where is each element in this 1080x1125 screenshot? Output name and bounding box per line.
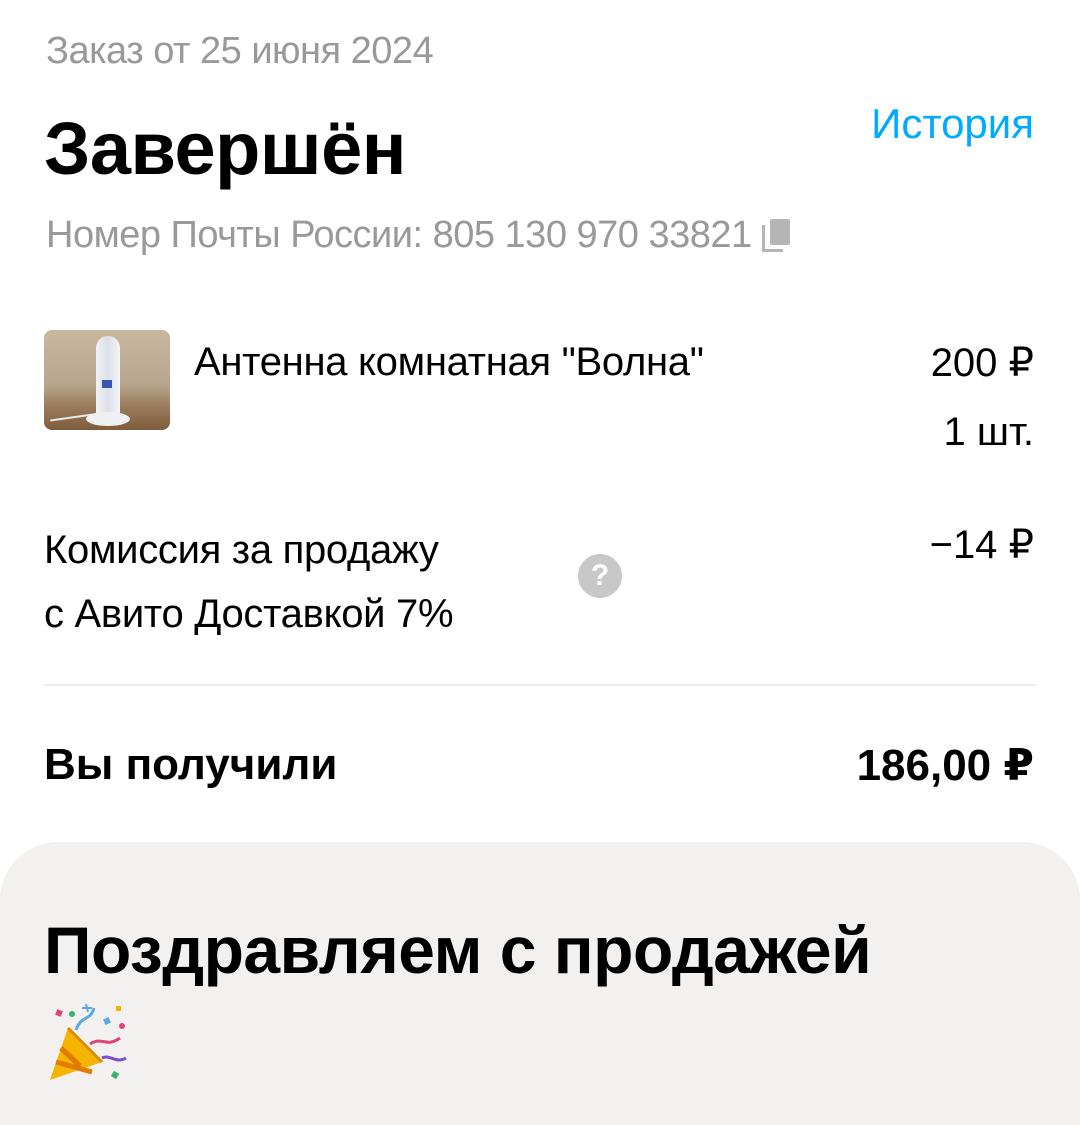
party-popper-icon <box>50 1003 127 1080</box>
commission-amount: −14 ₽ <box>929 523 1034 567</box>
product-quantity: 1 шт. <box>943 410 1034 454</box>
help-icon[interactable]: ? <box>578 554 622 598</box>
order-status-title: Завершён <box>44 107 406 190</box>
total-received-amount: 186,00 ₽ <box>856 741 1034 790</box>
commission-label-line2: с Авито Доставкой 7% <box>44 592 454 636</box>
order-details-page: Заказ от 25 июня 2024 Завершён История Н… <box>0 0 1080 1125</box>
copy-icon[interactable] <box>761 218 792 253</box>
product-price: 200 ₽ <box>930 341 1034 385</box>
history-link[interactable]: История <box>871 100 1034 148</box>
tracking-number-text: Номер Почты России: 805 130 970 33821 <box>46 214 752 256</box>
congrats-title: Поздравляем с продажей <box>44 913 872 987</box>
total-received-label: Вы получили <box>44 740 338 789</box>
product-thumbnail[interactable] <box>44 330 170 430</box>
divider <box>44 684 1036 686</box>
tracking-number-row: Номер Почты России: 805 130 970 33821 <box>46 214 792 257</box>
order-date: Заказ от 25 июня 2024 <box>46 30 434 72</box>
commission-label: Комиссия за продажу с Авито Доставкой 7% <box>44 518 584 646</box>
commission-label-line1: Комиссия за продажу <box>44 528 439 572</box>
product-name[interactable]: Антенна комнатная "Волна" <box>194 340 704 385</box>
